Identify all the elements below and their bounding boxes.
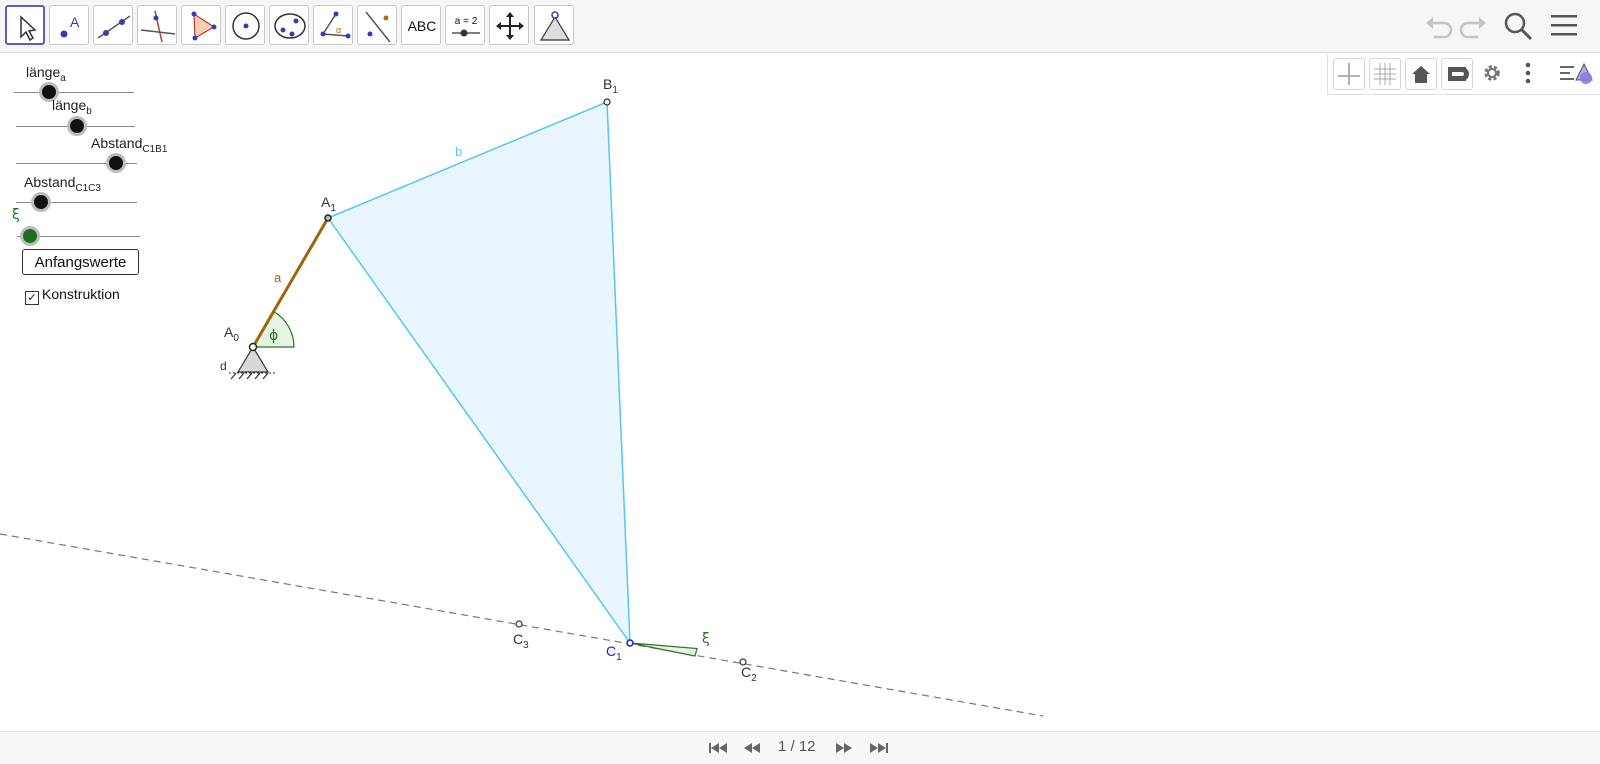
previous-slide-button[interactable] <box>741 740 763 756</box>
slider-tool-label: a = 2 <box>455 16 478 27</box>
search-button[interactable] <box>1501 9 1535 43</box>
angle-tool-label: α <box>336 25 341 35</box>
text-icon: ABC <box>408 18 437 34</box>
point-C1[interactable] <box>626 639 634 647</box>
line-icon <box>97 15 131 39</box>
point-icon: A <box>60 14 80 38</box>
conic-icon <box>274 13 306 39</box>
label-segment-b: b <box>455 144 462 159</box>
pivot-triangle-icon <box>539 11 571 41</box>
slider-laenge-b-label: längeb <box>52 97 92 117</box>
circle-icon <box>232 12 260 40</box>
slider-abstand-c1c3-knob[interactable] <box>31 192 52 212</box>
konstruktion-checkbox[interactable]: ✓ Konstruktion <box>25 286 120 305</box>
undo-icon <box>1426 17 1453 39</box>
perpendicular-tool[interactable] <box>137 5 177 45</box>
reflect-tool[interactable] <box>357 5 397 45</box>
graphics-view[interactable]: B1 A1 A0 C1 C2 C3 b a ϕ ξ d <box>0 53 1600 731</box>
point-tool-label: A <box>70 14 80 30</box>
label-angle-xi: ξ <box>702 631 710 647</box>
line-tool[interactable] <box>93 5 133 45</box>
label-A1: A1 <box>321 194 336 214</box>
move-arrows-icon <box>496 12 524 40</box>
move-tool[interactable] <box>5 5 45 45</box>
label-A0: A0 <box>224 324 239 344</box>
polygon-icon <box>191 11 217 41</box>
point-B1[interactable] <box>603 98 611 106</box>
polygon-tool[interactable] <box>181 5 221 45</box>
label-C1: C1 <box>606 643 622 663</box>
slide-navigation: 1 / 12 <box>0 731 1600 764</box>
point-A1[interactable] <box>324 214 332 222</box>
skip-back-icon <box>709 743 727 753</box>
move-view-tool[interactable] <box>489 5 529 45</box>
cursor-icon <box>20 15 37 42</box>
label-ground: d <box>220 359 227 373</box>
search-icon <box>1504 12 1533 41</box>
slider-abstand-c1b1-label: AbstandC1B1 <box>91 135 168 155</box>
slider-xi-label: ξ <box>12 207 20 223</box>
crank-segment-a[interactable] <box>251 217 330 348</box>
slider-laenge-b-knob[interactable] <box>66 116 87 136</box>
page-indicator: 1 / 12 <box>778 738 816 755</box>
angle-icon: α <box>320 11 351 39</box>
circle-tool[interactable] <box>225 5 265 45</box>
last-slide-button[interactable] <box>868 740 890 756</box>
undo-button[interactable] <box>1422 9 1456 43</box>
redo-icon <box>1459 17 1486 39</box>
slider-icon: a = 2 <box>452 16 480 37</box>
point-C3[interactable] <box>515 620 523 628</box>
reflect-icon <box>365 11 391 43</box>
next-slide-button[interactable] <box>833 740 855 756</box>
fast-forward-icon <box>836 743 852 753</box>
slider-abstand-c1c3-label: AbstandC1C3 <box>24 174 101 194</box>
toolbar: A α ABC a = 2 <box>0 0 1600 53</box>
label-angle-phi: ϕ <box>269 328 278 344</box>
coupler-triangle[interactable] <box>326 100 631 646</box>
hamburger-icon <box>1551 15 1577 36</box>
konstruktion-label: Konstruktion <box>42 286 120 302</box>
label-B1: B1 <box>603 76 618 96</box>
custom-tool[interactable] <box>534 5 574 45</box>
slider-xi-knob[interactable] <box>20 226 40 246</box>
ground-hatch <box>230 372 269 380</box>
text-tool-label: ABC <box>408 18 437 34</box>
label-C2: C2 <box>741 664 757 684</box>
point-A0[interactable] <box>248 342 258 352</box>
rewind-icon <box>744 743 760 753</box>
conic-tool[interactable] <box>269 5 309 45</box>
checkbox-check-icon[interactable]: ✓ <box>25 291 39 305</box>
reset-button[interactable]: Anfangswerte <box>22 249 139 275</box>
slider-tool[interactable]: a = 2 <box>445 5 485 45</box>
label-segment-a: a <box>274 270 282 285</box>
slider-laenge-a-label: längea <box>26 64 66 84</box>
angle-xi <box>629 642 698 657</box>
text-tool[interactable]: ABC <box>401 5 441 45</box>
angle-tool[interactable]: α <box>313 5 353 45</box>
point-tool[interactable]: A <box>49 5 89 45</box>
slider-abstand-c1b1-knob[interactable] <box>106 153 127 173</box>
menu-button[interactable] <box>1548 9 1582 43</box>
skip-forward-icon <box>870 743 888 753</box>
first-slide-button[interactable] <box>707 740 729 756</box>
slider-laenge-a-track[interactable] <box>14 92 134 93</box>
label-C3: C3 <box>513 631 529 651</box>
perpendicular-icon <box>140 10 176 43</box>
redo-button[interactable] <box>1456 9 1490 43</box>
